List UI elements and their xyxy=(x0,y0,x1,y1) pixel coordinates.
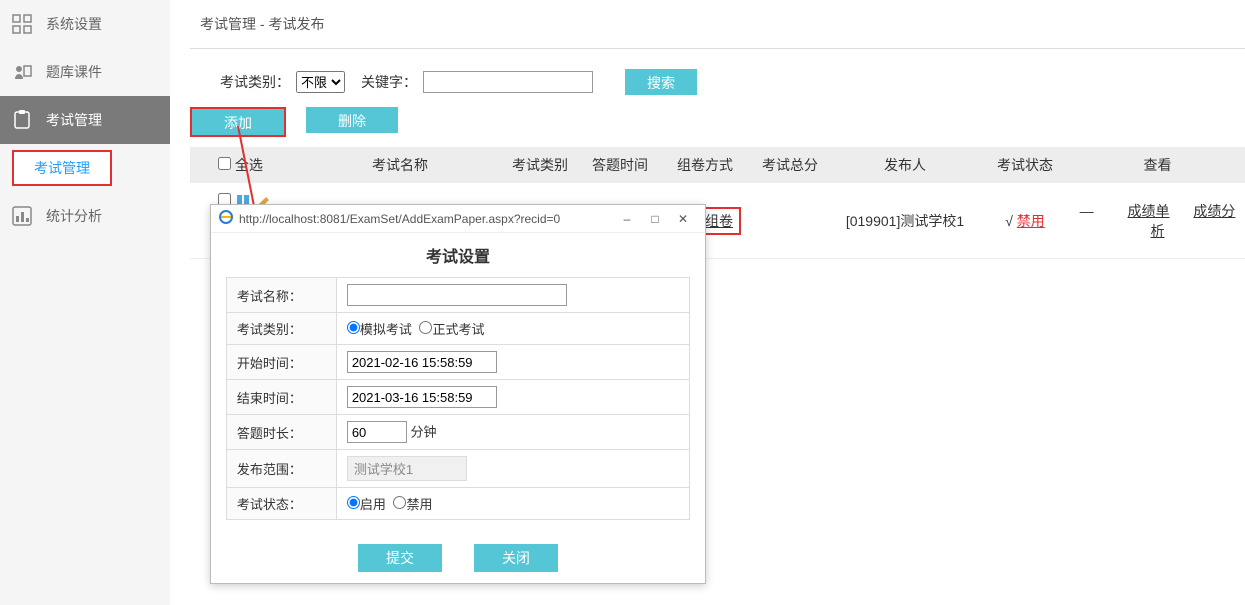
radio-enable[interactable] xyxy=(347,496,360,509)
label-scope: 发布范围： xyxy=(226,450,336,488)
category-select[interactable]: 不限 xyxy=(296,71,345,93)
exam-form: 考试名称： 考试类别： 模拟考试 正式考试 开始时间： 结束时间： 答题时长： … xyxy=(226,277,690,520)
exam-settings-popup: http://localhost:8081/ExamSet/AddExamPap… xyxy=(210,204,706,584)
ie-icon xyxy=(219,210,233,227)
th-status: 考试状态 xyxy=(980,147,1070,183)
page-title: 考试管理 - 考试发布 xyxy=(190,0,1245,48)
sidebar-item-statistics[interactable]: 统计分析 xyxy=(0,192,170,240)
th-duration: 答题时间 xyxy=(580,147,660,183)
cell-publisher: [019901]测试学校1 xyxy=(830,183,980,259)
sidebar-item-exam-management[interactable]: 考试管理 xyxy=(0,96,170,144)
th-publisher: 发布人 xyxy=(830,147,980,183)
sidebar-sub-exam-management[interactable]: 考试管理 xyxy=(12,150,112,186)
cell-status[interactable]: 禁用 xyxy=(1017,213,1045,229)
label-end: 结束时间： xyxy=(226,380,336,415)
cell-total-score xyxy=(750,183,830,259)
label-duration: 答题时长： xyxy=(226,415,336,450)
clipboard-icon xyxy=(10,108,34,132)
radio-enable-wrap[interactable]: 启用 xyxy=(347,497,386,512)
select-all-checkbox[interactable] xyxy=(218,157,231,170)
search-row: 考试类别： 不限 关键字： 搜索 xyxy=(190,65,1245,107)
th-paper-mode: 组卷方式 xyxy=(660,147,750,183)
exam-name-input[interactable] xyxy=(347,284,567,306)
submit-button[interactable]: 提交 xyxy=(358,544,442,572)
close-button[interactable]: 关闭 xyxy=(474,544,558,572)
radio-disable[interactable] xyxy=(393,496,406,509)
category-label: 考试类别： xyxy=(220,72,290,92)
link-score-sheet[interactable]: 成绩单 xyxy=(1128,203,1170,219)
th-total-score: 考试总分 xyxy=(750,147,830,183)
popup-titlebar[interactable]: http://localhost:8081/ExamSet/AddExamPap… xyxy=(211,205,705,233)
action-row: 添加 删除 xyxy=(190,107,1245,147)
minimize-button[interactable]: – xyxy=(613,212,641,226)
status-check: √ xyxy=(1005,213,1013,229)
search-button[interactable]: 搜索 xyxy=(625,69,697,95)
radio-formal[interactable] xyxy=(419,321,432,334)
maximize-button[interactable]: □ xyxy=(641,212,669,226)
end-time-input[interactable] xyxy=(347,386,497,408)
start-time-input[interactable] xyxy=(347,351,497,373)
th-view: 查看 xyxy=(1070,147,1245,183)
popup-url: http://localhost:8081/ExamSet/AddExamPap… xyxy=(239,212,560,226)
sidebar-item-label: 考试管理 xyxy=(46,110,102,130)
label-status: 考试状态： xyxy=(226,488,336,520)
scope-readonly: 测试学校1 xyxy=(347,456,467,481)
duration-input[interactable] xyxy=(347,421,407,443)
add-button[interactable]: 添加 xyxy=(192,109,284,135)
popup-actions: 提交 关闭 xyxy=(211,520,705,572)
add-button-highlight: 添加 xyxy=(190,107,286,137)
cell-dash: — xyxy=(1080,203,1094,219)
sidebar-item-label: 统计分析 xyxy=(46,206,102,226)
sidebar-sub-label: 考试管理 xyxy=(34,160,90,176)
radio-formal-wrap[interactable]: 正式考试 xyxy=(419,322,484,337)
sidebar-item-label: 系统设置 xyxy=(46,14,102,34)
sidebar-item-question-bank[interactable]: 题库课件 xyxy=(0,48,170,96)
label-category: 考试类别： xyxy=(226,313,336,345)
label-start: 开始时间： xyxy=(226,345,336,380)
divider xyxy=(190,48,1245,49)
duration-unit: 分钟 xyxy=(410,425,436,440)
close-window-button[interactable]: ✕ xyxy=(669,212,697,226)
th-category: 考试类别 xyxy=(500,147,580,183)
sidebar: 系统设置 题库课件 考试管理 考试管理 统计分析 xyxy=(0,0,170,605)
grid-icon xyxy=(10,12,34,36)
user-board-icon xyxy=(10,60,34,84)
select-all-label: 全选 xyxy=(235,157,263,173)
th-name: 考试名称 xyxy=(300,147,500,183)
radio-mock[interactable] xyxy=(347,321,360,334)
sidebar-item-system-settings[interactable]: 系统设置 xyxy=(0,0,170,48)
keyword-input[interactable] xyxy=(423,71,593,93)
radio-mock-wrap[interactable]: 模拟考试 xyxy=(347,322,412,337)
label-exam-name: 考试名称： xyxy=(226,278,336,313)
table-header-row: 全选 考试名称 考试类别 答题时间 组卷方式 考试总分 发布人 考试状态 查看 xyxy=(190,147,1245,183)
radio-disable-wrap[interactable]: 禁用 xyxy=(393,497,432,512)
sidebar-item-label: 题库课件 xyxy=(46,62,102,82)
keyword-label: 关键字： xyxy=(361,72,417,92)
delete-button[interactable]: 删除 xyxy=(306,107,398,133)
stats-icon xyxy=(10,204,34,228)
popup-heading: 考试设置 xyxy=(211,233,705,277)
